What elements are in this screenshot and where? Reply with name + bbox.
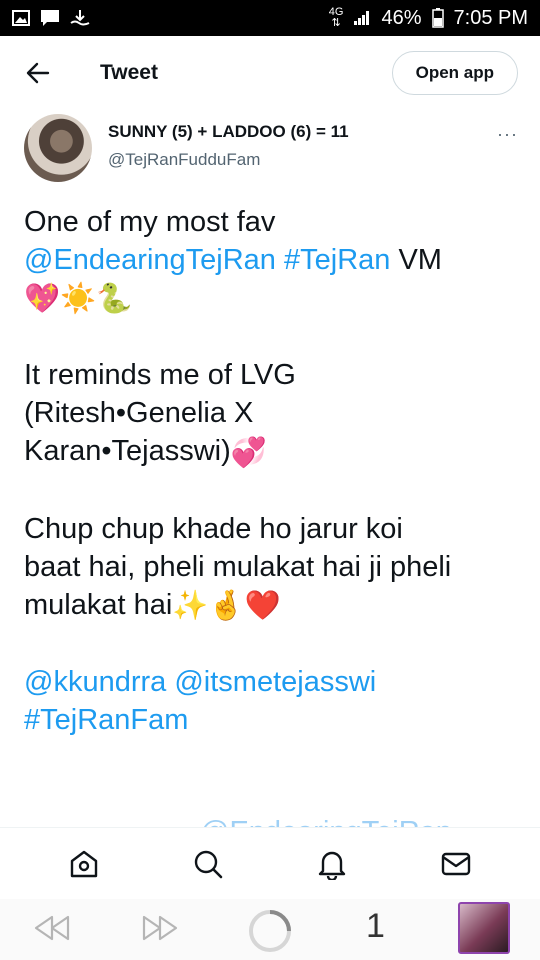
tab-home[interactable] — [59, 839, 109, 889]
back-button[interactable] — [18, 53, 58, 93]
tweet-text-line: (Ritesh•Genelia X — [24, 397, 254, 430]
signal-icon — [353, 10, 371, 26]
network-indicator: 4G ⇅ — [329, 7, 344, 29]
tweet-paragraph-1: One of my most fav @EndearingTejRan #Tej… — [24, 203, 524, 318]
status-left-icons — [12, 9, 90, 27]
arrow-left-icon — [26, 62, 50, 84]
tweet-text-line: baat hai, pheli mulakat hai ji pheli — [24, 550, 452, 583]
search-icon — [194, 850, 223, 878]
tweet-text-line: Chup chup khade ho jarur koi — [24, 512, 403, 545]
tweet-header: Tweet Open app — [0, 36, 540, 110]
hashtag-link[interactable]: #TejRanFam — [24, 704, 188, 736]
image-icon — [12, 10, 30, 26]
tab-messages[interactable] — [431, 839, 481, 889]
notifications-icon — [318, 851, 346, 880]
browser-back-button[interactable] — [32, 913, 72, 943]
tweet-text-fragment: VM — [390, 244, 442, 276]
status-right: 4G ⇅ 46% 7:05 PM — [329, 7, 528, 30]
open-app-button[interactable]: Open app — [391, 51, 518, 95]
battery-icon — [431, 8, 444, 28]
tab-notifications[interactable] — [307, 839, 357, 889]
tweet-text-line: mulakat hai — [24, 588, 173, 621]
browser-forward-button[interactable] — [140, 913, 180, 943]
messages-icon — [441, 852, 471, 875]
tweet-paragraph-4: @kkundrra @itsmetejasswi #TejRanFam — [24, 663, 524, 739]
tweet-paragraph-2: It reminds me of LVG (Ritesh•Genelia X K… — [24, 356, 524, 471]
tweet-author: SUNNY (5) + LADDOO (6) = 11 @TejRanFuddu… — [24, 114, 524, 186]
mention-link[interactable]: @kkundrra — [24, 666, 166, 698]
home-icon — [70, 850, 98, 877]
page-title: Tweet — [100, 61, 158, 84]
status-bar: 4G ⇅ 46% 7:05 PM — [0, 0, 540, 36]
browser-profile-thumbnail[interactable] — [458, 902, 510, 954]
battery-percent: 46% — [381, 6, 422, 29]
rewind-icon — [34, 915, 70, 941]
avatar[interactable] — [24, 114, 92, 182]
download-icon — [70, 9, 90, 27]
chat-icon — [40, 9, 60, 27]
author-handle[interactable]: @TejRanFudduFam — [108, 150, 260, 170]
mention-link[interactable]: @EndearingTejRan — [24, 244, 276, 276]
loading-spinner-icon — [249, 910, 291, 952]
clock: 7:05 PM — [453, 6, 528, 29]
tweet-text-line: It reminds me of LVG — [24, 359, 296, 392]
emoji-group: 💖☀️🐍 — [24, 283, 133, 316]
tweet-text-line: One of my most fav — [24, 206, 276, 238]
data-arrows-icon: ⇅ — [331, 17, 341, 29]
author-display-name[interactable]: SUNNY (5) + LADDOO (6) = 11 — [108, 122, 349, 142]
emoji-group: ✨🤞❤️ — [172, 590, 281, 623]
tweet-paragraph-3: Chup chup khade ho jarur koi baat hai, p… — [24, 510, 524, 625]
browser-toolbar: 1 — [0, 899, 540, 960]
tweet-text-line: Karan•Tejasswi) — [24, 435, 231, 468]
hashtag-link[interactable]: #TejRan — [284, 244, 390, 276]
browser-reload-button[interactable] — [246, 907, 294, 955]
tab-count[interactable]: 1 — [366, 907, 385, 946]
profile-thumbnail-image — [458, 902, 510, 954]
fast-forward-icon — [142, 915, 178, 941]
emoji-group: 💞 — [230, 436, 267, 469]
more-options-icon[interactable]: ··· — [497, 124, 518, 145]
tab-search[interactable] — [183, 839, 233, 889]
mention-link[interactable]: @itsmetejasswi — [174, 666, 376, 698]
tweet-text: One of my most fav @EndearingTejRan #Tej… — [24, 203, 524, 739]
bottom-tab-bar — [0, 827, 540, 899]
